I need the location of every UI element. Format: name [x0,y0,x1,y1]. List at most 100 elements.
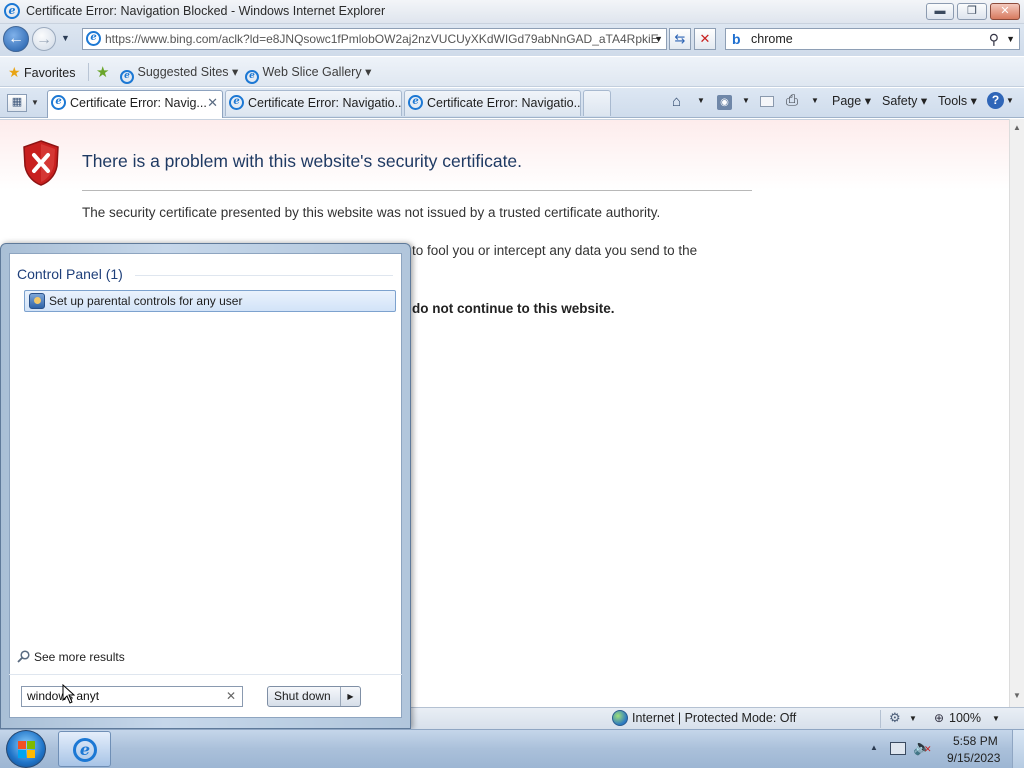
scroll-up-icon[interactable]: ▲ [1013,123,1021,132]
clear-search-icon[interactable]: ✕ [226,687,236,706]
address-url[interactable]: https://www.bing.com/aclk?ld=e8JNQsowc1f… [105,29,659,49]
print-dropdown-icon[interactable]: ▼ [811,96,819,105]
read-mail-icon[interactable] [760,96,774,107]
search-icon[interactable]: ⚲ [989,29,999,49]
start-button[interactable] [6,730,46,768]
magnifier-icon [17,650,30,663]
restore-button[interactable]: ❐ [957,3,987,20]
favorites-label: Favorites [24,66,76,80]
address-dropdown-icon[interactable]: ▼ [654,29,663,49]
home-icon[interactable]: ⌂ [672,93,681,110]
clock-date[interactable]: 9/15/2023 [947,751,1000,765]
tab-1[interactable]: e Certificate Error: Navig... ✕ [47,90,223,118]
see-more-results-label: See more results [34,650,125,664]
vertical-scrollbar[interactable]: ▲ ▼ [1009,119,1024,707]
chevron-down-icon: ▾ [232,65,239,79]
zoom-level[interactable]: 100% [949,711,981,725]
new-tab-button[interactable] [583,90,611,116]
error-title: There is a problem with this website's s… [82,151,523,171]
forward-arrow-icon: → [36,31,52,48]
safety-menu[interactable]: Safety ▾ [882,93,927,108]
navigation-bar: ← → ▼ e https://www.bing.com/aclk?ld=e8J… [0,24,1024,56]
suggested-sites-label: Suggested Sites [137,65,229,79]
tools-menu-label: Tools [938,94,968,108]
start-search-input[interactable]: windows anyt ✕ [21,686,243,707]
window-title: Certificate Error: Navigation Blocked - … [26,4,386,18]
minimize-button[interactable]: ▬ [926,3,954,20]
network-icon[interactable] [890,742,906,755]
search-result-label: Set up parental controls for any user [49,294,243,308]
tools-menu[interactable]: Tools ▾ [938,93,977,108]
help-dropdown-icon[interactable]: ▼ [1006,96,1014,105]
tab-2[interactable]: e Certificate Error: Navigatio... [225,90,402,116]
taskbar-internet-explorer-button[interactable]: e [58,731,111,767]
shut-down-button[interactable]: Shut down ▶ [267,686,361,707]
page-menu[interactable]: Page ▾ [832,93,871,108]
refresh-button[interactable]: ⇆ [669,28,691,50]
forward-button[interactable]: → [32,27,56,51]
web-slice-gallery-button[interactable]: e Web Slice Gallery ▾ [245,64,371,84]
error-text-fragment: to fool you or intercept any data you se… [412,243,698,258]
error-description: The security certificate presented by th… [82,205,661,220]
zoom-dropdown-icon[interactable]: ▼ [992,714,1000,723]
search-box[interactable]: b chrome ⚲ ▼ [725,28,1020,50]
back-arrow-icon: ← [8,30,24,47]
tab-label: Certificate Error: Navigatio... [427,96,581,110]
show-hidden-icons-button[interactable]: ▲ [870,743,878,752]
tab-3[interactable]: e Certificate Error: Navigatio... [404,90,581,116]
feeds-icon[interactable]: ◉ [717,95,732,110]
favorites-button[interactable]: ★ Favorites [8,64,75,81]
divider [82,190,752,191]
add-to-favorites-bar-icon[interactable]: ★ [96,63,109,81]
recent-pages-dropdown[interactable]: ▼ [61,33,70,43]
address-bar[interactable]: e https://www.bing.com/aclk?ld=e8JNQsowc… [82,28,667,50]
close-window-button[interactable]: ✕ [990,3,1020,20]
search-options-dropdown-icon[interactable]: ▼ [1006,29,1015,49]
divider [880,710,881,728]
scroll-down-icon[interactable]: ▼ [1013,691,1021,700]
page-menu-label: Page [832,94,862,108]
home-dropdown-icon[interactable]: ▼ [697,96,705,105]
chevron-down-icon: ▾ [920,94,928,108]
page-icon: e [86,31,101,46]
internet-explorer-icon: e [4,3,20,19]
bing-icon: b [732,31,741,47]
quick-tabs-icon[interactable]: ▦ [7,94,27,112]
search-result-item[interactable]: Set up parental controls for any user [24,290,396,312]
shutdown-options-arrow-icon[interactable]: ▶ [340,687,360,706]
web-slice-gallery-label: Web Slice Gallery [262,65,362,79]
mouse-cursor-icon [62,684,76,704]
internet-explorer-icon: e [73,738,97,762]
tab-list-dropdown-icon[interactable]: ▼ [31,94,43,112]
back-button[interactable]: ← [3,26,29,52]
show-desktop-button[interactable] [1012,730,1024,768]
see-more-results-link[interactable]: See more results [17,650,125,664]
feeds-dropdown-icon[interactable]: ▼ [742,96,750,105]
parental-controls-icon [29,293,45,309]
tab-page-icon: e [51,95,66,110]
print-icon[interactable]: ⎙ [786,92,798,109]
tab-page-icon: e [408,95,423,110]
web-slice-icon: e [245,70,259,84]
search-group-heading[interactable]: Control Panel (1) [17,266,123,282]
stop-button[interactable]: ✕ [694,28,716,50]
protected-mode-dropdown-icon[interactable]: ▼ [909,714,917,723]
internet-zone-globe-icon [612,710,628,726]
tab-bar: ▦ ▼ e Certificate Error: Navig... ✕ e Ce… [0,88,1024,118]
close-tab-icon[interactable]: ✕ [207,91,218,115]
divider [88,63,89,81]
chevron-down-icon: ▾ [970,94,977,108]
start-menu-results-panel [9,253,402,718]
safety-menu-label: Safety [882,94,918,108]
error-recommendation-text: do not continue to this website. [412,301,615,316]
clock-time[interactable]: 5:58 PM [953,734,998,748]
suggested-sites-button[interactable]: e Suggested Sites ▾ [120,64,238,84]
search-input[interactable]: chrome [751,29,793,49]
window-title-bar[interactable]: e Certificate Error: Navigation Blocked … [0,0,1024,24]
chevron-down-icon: ▾ [365,65,372,79]
divider [135,275,393,276]
help-icon[interactable]: ? [987,92,1004,109]
suggested-sites-icon: e [120,70,134,84]
security-zone-label[interactable]: Internet | Protected Mode: Off [632,711,796,725]
protected-mode-icon[interactable]: ⚙ [889,710,901,726]
